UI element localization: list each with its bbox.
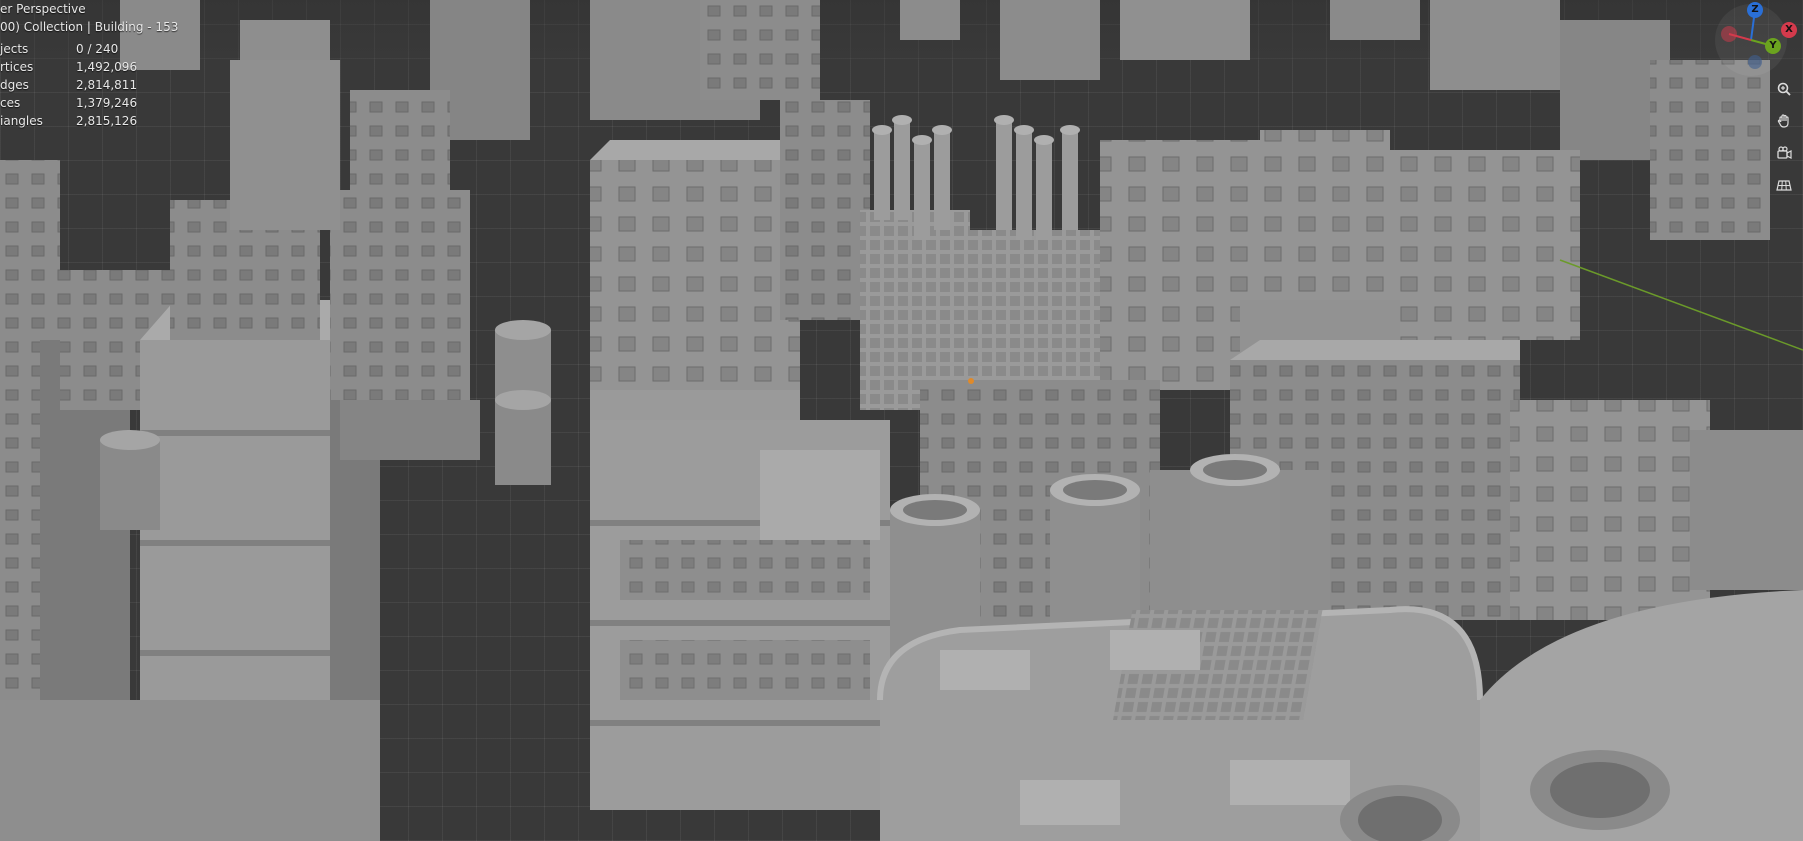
x-axis-button[interactable]: X — [1781, 22, 1797, 38]
view-mode-label: er Perspective — [0, 2, 86, 16]
stats-value: 1,492,096 — [76, 60, 138, 74]
stats-label: jects — [0, 42, 29, 56]
stats-value: 1,379,246 — [76, 96, 138, 110]
stats-value: 2,814,811 — [76, 78, 138, 92]
pan-hand-icon[interactable] — [1773, 110, 1795, 132]
stats-label: ces — [0, 96, 21, 110]
y-axis-line — [1559, 259, 1803, 351]
foreground-roof-building — [877, 590, 1803, 841]
stats-triangles: iangles 2,815,126 — [0, 112, 178, 130]
scene-statistics: jects 0 / 240 rtices 1,492,096 dges 2,81… — [0, 40, 178, 130]
stats-objects: jects 0 / 240 — [0, 40, 178, 58]
grid-icon[interactable] — [1773, 174, 1795, 196]
y-axis-button[interactable]: Y — [1765, 38, 1781, 54]
viewport-tools — [1773, 78, 1795, 206]
stats-value: 0 / 240 — [76, 42, 119, 56]
z-axis-button[interactable]: Z — [1747, 2, 1763, 18]
stats-label: iangles — [0, 114, 43, 128]
left-buildings — [0, 60, 480, 841]
object-origin-marker — [968, 378, 974, 384]
collection-label: 00) Collection | Building - 153 — [0, 20, 179, 34]
z-axis-label: Z — [1751, 4, 1759, 15]
y-axis-label: Y — [1769, 40, 1777, 51]
stats-label: rtices — [0, 60, 34, 74]
zoom-icon[interactable] — [1773, 78, 1795, 100]
viewport-overlay: er Perspective 00) Collection | Building… — [0, 0, 178, 130]
navigation-gizmo[interactable]: Z Y X — [1711, 0, 1797, 84]
smokestack-factory — [860, 115, 1100, 410]
stats-edges: dges 2,814,811 — [0, 76, 178, 94]
stats-vertices: rtices 1,492,096 — [0, 58, 178, 76]
center-tower — [590, 100, 870, 420]
stats-label: dges — [0, 78, 29, 92]
3d-viewport[interactable]: er Perspective 00) Collection | Building… — [0, 0, 1803, 841]
stats-value: 2,815,126 — [76, 114, 138, 128]
stats-faces: ces 1,379,246 — [0, 94, 178, 112]
x-axis-label: X — [1785, 24, 1793, 35]
camera-icon[interactable] — [1773, 142, 1795, 164]
negative-x-axis-button[interactable] — [1721, 26, 1737, 42]
city-scene[interactable] — [0, 0, 1803, 841]
